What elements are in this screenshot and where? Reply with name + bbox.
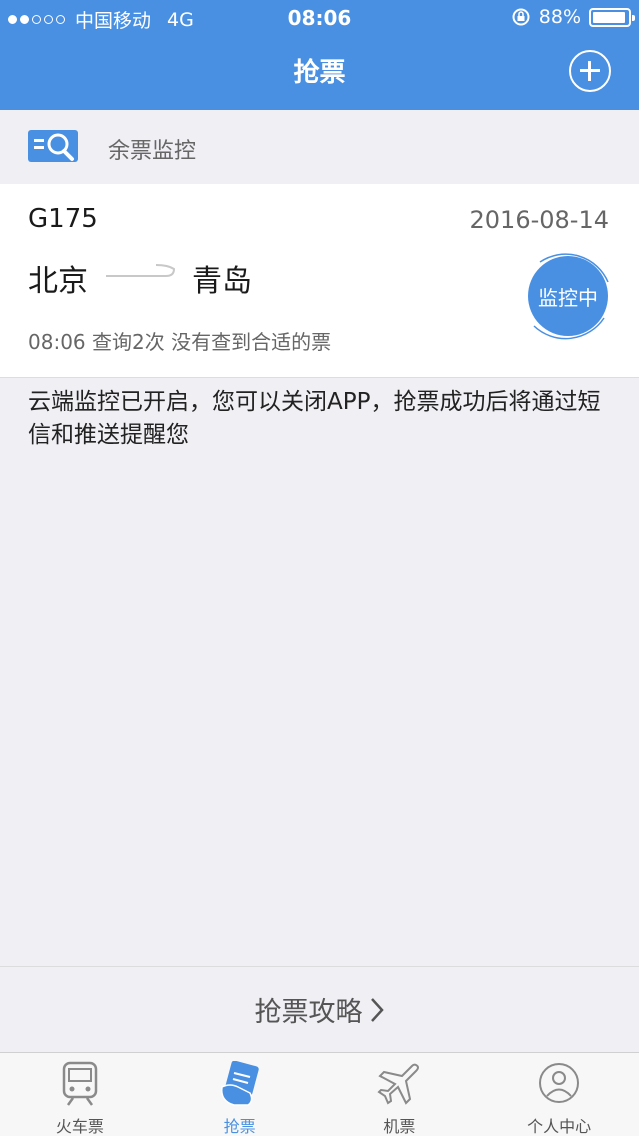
battery-icon [589,7,635,27]
add-button[interactable] [569,50,611,92]
monitor-ticket-card[interactable]: G175 2016-08-14 北京 青岛 08:06 查询2次 没有查到合适的… [0,184,639,378]
monitoring-button[interactable]: 监控中 [528,256,608,336]
tab-label: 抢票 [223,1117,256,1136]
plane-icon [377,1063,420,1105]
travel-date: 2016-08-14 [469,206,609,234]
top-bar: 中国移动 4G 08:06 88% 抢票 [0,0,639,110]
tab-flights[interactable]: 机票 [320,1053,480,1136]
tab-user-center[interactable]: 个人中心 [479,1053,639,1136]
tab-ticket-grab[interactable]: 抢票 [160,1053,320,1136]
route-arrow-icon [106,264,176,277]
status-bar: 中国移动 4G 08:06 88% [0,0,639,36]
user-icon [539,1063,580,1103]
monitor-search-icon [28,130,78,162]
chevron-right-icon [370,997,384,1022]
battery-percent: 88% [538,6,581,28]
section-header: 余票监控 [0,110,639,184]
tab-label: 机票 [383,1117,416,1136]
tab-label: 火车票 [55,1117,104,1136]
rotation-lock-icon [512,8,530,26]
ticket-guide-link[interactable]: 抢票攻略 [0,966,639,1052]
train-number: G175 [28,204,98,234]
page-title: 抢票 [293,58,346,88]
tab-label: 个人中心 [527,1117,592,1136]
notice-text: 云端监控已开启，您可以关闭APP，抢票成功后将通过短信和推送提醒您 [28,389,601,448]
train-icon [62,1061,98,1106]
ticket-grab-icon [220,1061,259,1106]
query-status: 08:06 查询2次 没有查到合适的票 [28,330,332,354]
section-label: 余票监控 [108,139,197,164]
departure-station: 北京 [28,264,88,299]
tab-bar: 火车票 抢票 机票 个人中心 [0,1052,639,1136]
tab-train-tickets[interactable]: 火车票 [0,1053,160,1136]
arrival-station: 青岛 [192,264,252,299]
guide-label: 抢票攻略 [254,997,363,1028]
